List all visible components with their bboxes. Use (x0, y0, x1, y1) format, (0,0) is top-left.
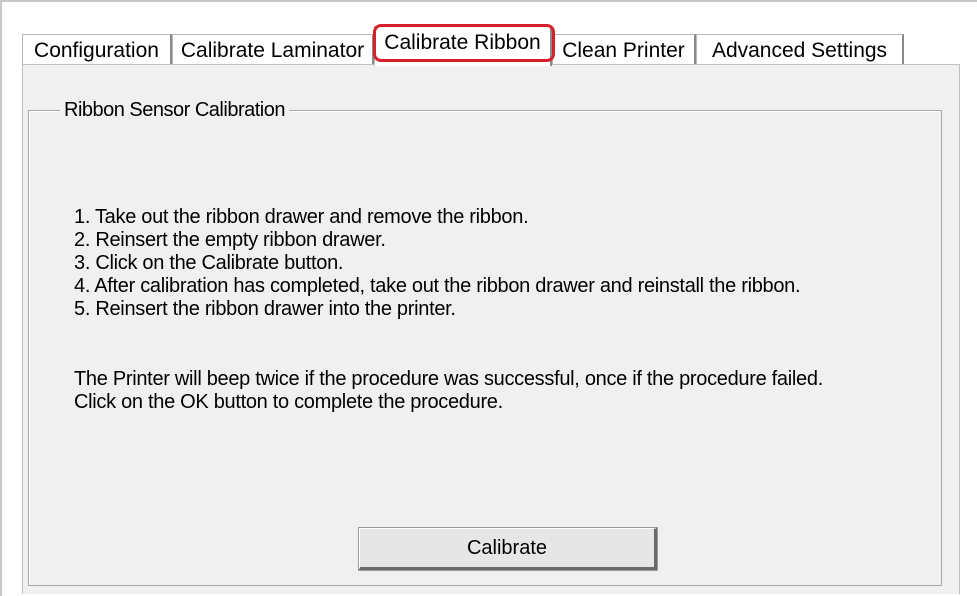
instruction-step: 1. Take out the ribbon drawer and remove… (74, 206, 529, 228)
instruction-step: 5. Reinsert the ribbon drawer into the p… (74, 298, 456, 320)
calibrate-button[interactable]: Calibrate (358, 527, 658, 571)
tab-clean-printer[interactable]: Clean Printer (552, 34, 696, 64)
ribbon-sensor-calibration-group (28, 110, 942, 586)
tab-calibrate-ribbon[interactable]: Calibrate Ribbon (374, 26, 552, 66)
procedure-notes: The Printer will beep twice if the proce… (74, 368, 823, 414)
instruction-step: 3. Click on the Calibrate button. (74, 252, 344, 274)
note-line: Click on the OK button to complete the p… (74, 391, 503, 413)
group-title: Ribbon Sensor Calibration (60, 98, 289, 122)
instruction-steps: 1. Take out the ribbon drawer and remove… (74, 206, 801, 321)
tab-configuration[interactable]: Configuration (22, 34, 172, 64)
instruction-step: 4. After calibration has completed, take… (74, 275, 801, 297)
note-line: The Printer will beep twice if the proce… (74, 368, 823, 390)
tab-calibrate-laminator[interactable]: Calibrate Laminator (172, 34, 374, 64)
instruction-step: 2. Reinsert the empty ribbon drawer. (74, 229, 386, 251)
tab-strip: Configuration Calibrate Laminator Calibr… (22, 24, 962, 66)
tab-advanced-settings[interactable]: Advanced Settings (696, 34, 904, 64)
